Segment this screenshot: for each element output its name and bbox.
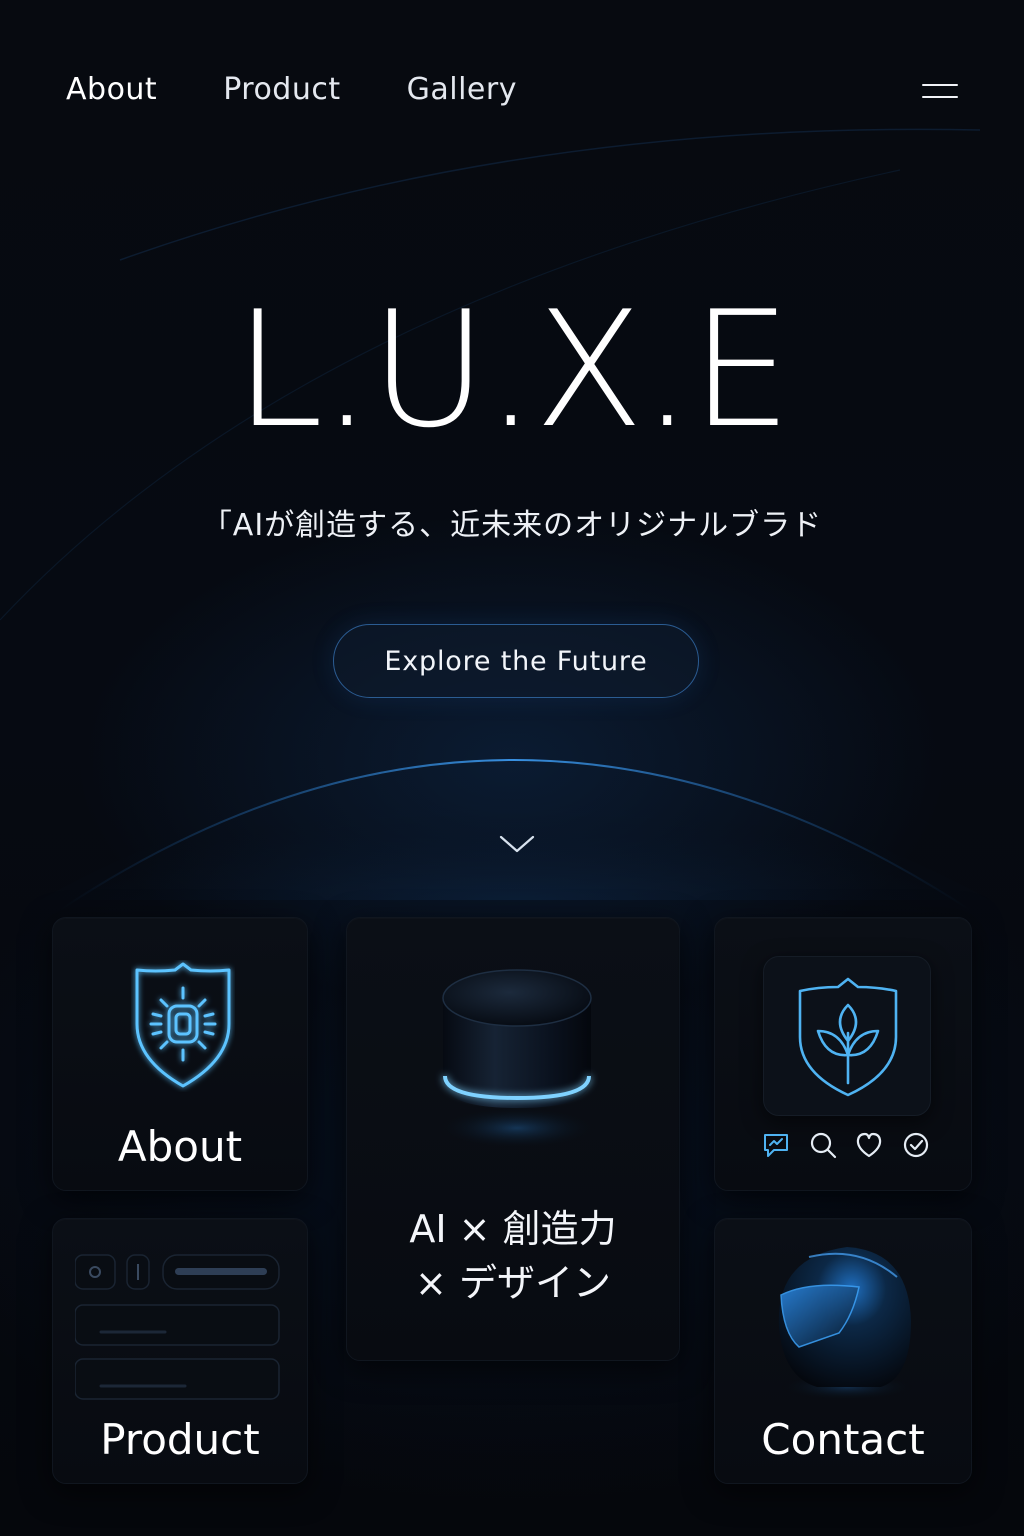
chevron-down-icon[interactable] (498, 832, 536, 856)
about-card-label: About (117, 1122, 243, 1171)
feature-card[interactable] (714, 917, 972, 1191)
heart-icon[interactable] (854, 1130, 884, 1160)
ai-creativity-card[interactable]: AI × 創造力 × デザイン (346, 917, 680, 1361)
nav-link-product[interactable]: Product (223, 72, 340, 107)
helmet-device (777, 1247, 917, 1401)
smart-speaker-device (433, 969, 601, 1150)
shield-chip-icon (135, 962, 231, 1088)
brand-title: L.U.X.E (234, 276, 792, 463)
contact-card-label: Contact (761, 1415, 925, 1464)
nav-link-about[interactable]: About (66, 72, 157, 107)
check-circle-icon[interactable] (901, 1130, 931, 1160)
product-card[interactable]: Product (52, 1218, 308, 1484)
nav-link-gallery[interactable]: Gallery (407, 72, 517, 107)
contact-card[interactable]: Contact (714, 1218, 972, 1484)
ui-mockup (75, 1254, 280, 1400)
about-card[interactable]: About (52, 917, 308, 1191)
explore-button[interactable]: Explore the Future (333, 624, 699, 698)
center-card-line1: AI × 創造力 (409, 1207, 617, 1251)
hamburger-icon[interactable] (920, 82, 960, 104)
center-card-line2: × デザイン (415, 1261, 611, 1305)
shield-leaf-icon (798, 977, 898, 1097)
search-icon[interactable] (808, 1130, 838, 1160)
shield-leaf-tile (763, 956, 931, 1116)
chat-icon[interactable] (761, 1130, 791, 1160)
product-card-label: Product (100, 1415, 260, 1464)
brand-tagline: 「AIが創造する、近未来のオリジナルブラド (201, 508, 823, 543)
top-nav: About Product Gallery (66, 72, 517, 107)
mini-icon-row (761, 1130, 931, 1160)
